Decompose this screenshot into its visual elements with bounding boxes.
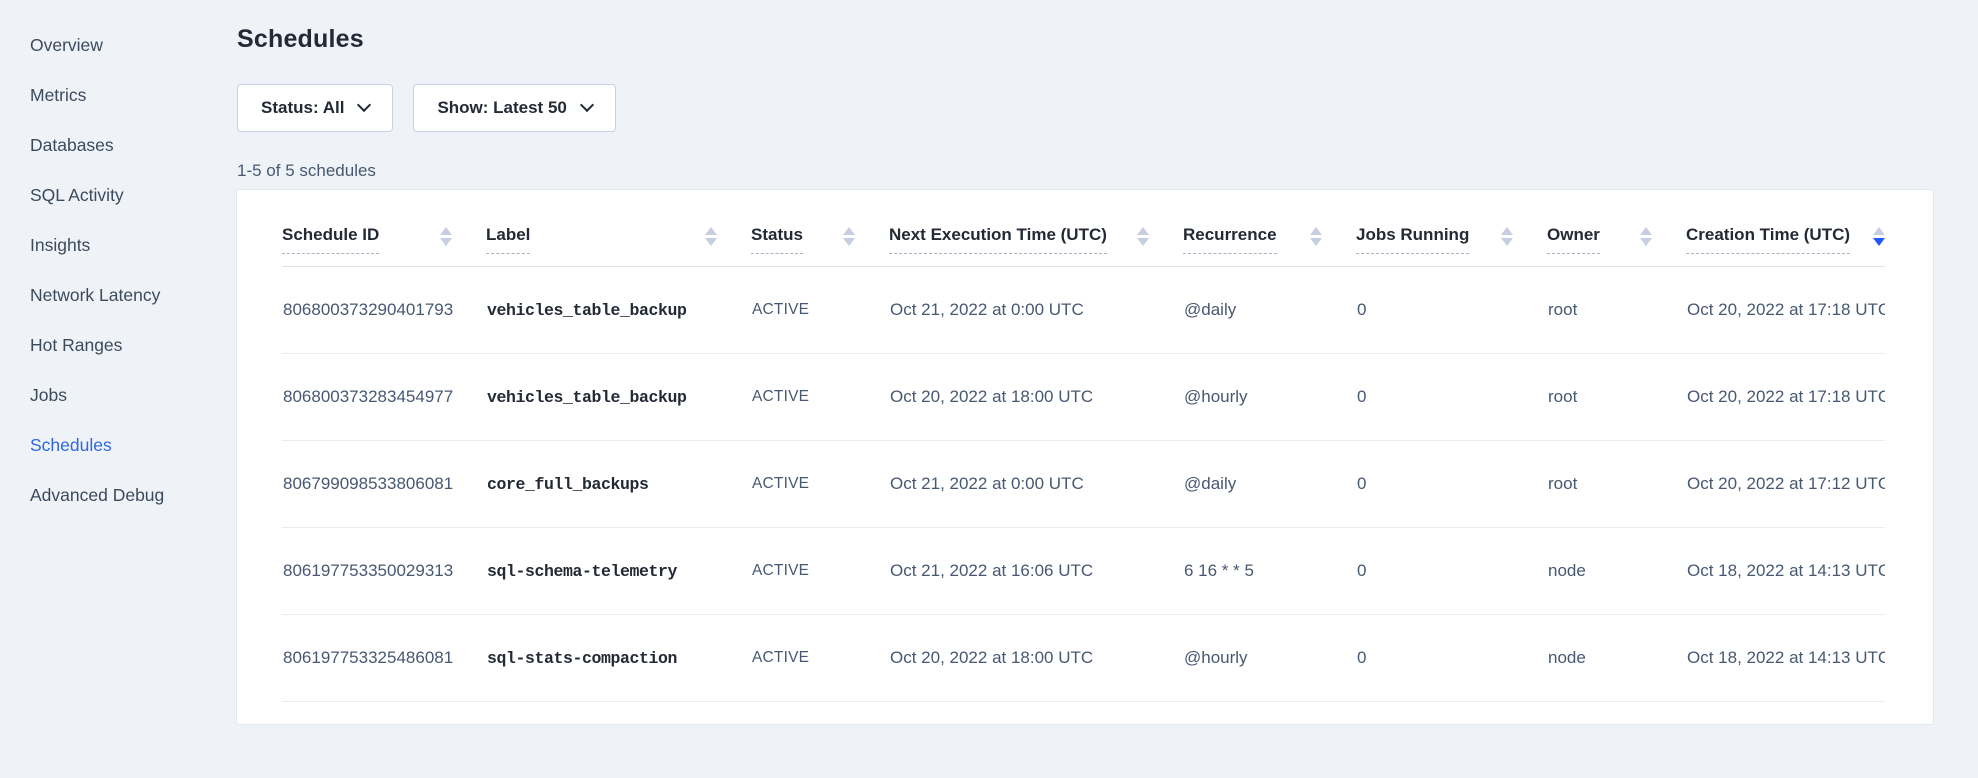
page-title: Schedules: [237, 24, 1933, 54]
column-header-schedule-id[interactable]: Schedule ID: [282, 190, 486, 267]
column-header-next-execution-time[interactable]: Next Execution Time (UTC): [889, 190, 1183, 267]
cell-owner: root: [1547, 267, 1686, 354]
cell-next-execution: Oct 20, 2022 at 18:00 UTC: [889, 615, 1183, 702]
cell-next-execution: Oct 21, 2022 at 16:06 UTC: [889, 528, 1183, 615]
cell-next-execution: Oct 20, 2022 at 18:00 UTC: [889, 354, 1183, 441]
chevron-down-icon: [357, 98, 371, 112]
cell-status: ACTIVE: [751, 354, 889, 441]
column-label: Jobs Running: [1356, 225, 1469, 254]
cell-creation-time: Oct 20, 2022 at 17:18 UTC: [1686, 267, 1885, 354]
sidebar-item-schedules[interactable]: Schedules: [0, 420, 235, 470]
table-row: 806197753350029313 sql-schema-telemetry …: [282, 528, 1885, 615]
column-header-recurrence[interactable]: Recurrence: [1183, 190, 1356, 267]
status-filter-label: Status: All: [261, 98, 344, 118]
sidebar-item-databases[interactable]: Databases: [0, 120, 235, 170]
sort-arrows-icon: [1137, 227, 1149, 246]
table-row: 806799098533806081 core_full_backups ACT…: [282, 441, 1885, 528]
cell-schedule-id: 806197753350029313: [282, 528, 486, 615]
sort-arrows-icon: [705, 227, 717, 246]
cell-recurrence: @daily: [1183, 267, 1356, 354]
column-label: Schedule ID: [282, 225, 379, 254]
schedules-table-card: Schedule ID Label Status: [237, 190, 1933, 724]
cell-next-execution: Oct 21, 2022 at 0:00 UTC: [889, 267, 1183, 354]
cell-label: vehicles_table_backup: [486, 354, 751, 441]
chevron-down-icon: [580, 98, 594, 112]
cell-owner: node: [1547, 615, 1686, 702]
status-filter-dropdown[interactable]: Status: All: [237, 84, 393, 132]
cell-owner: node: [1547, 528, 1686, 615]
cell-schedule-id: 806197753325486081: [282, 615, 486, 702]
sort-arrows-icon-active-desc: [1873, 227, 1885, 246]
sidebar-item-metrics[interactable]: Metrics: [0, 70, 235, 120]
cell-creation-time: Oct 20, 2022 at 17:18 UTC: [1686, 354, 1885, 441]
sort-arrows-icon: [1640, 227, 1652, 246]
cell-schedule-id: 806799098533806081: [282, 441, 486, 528]
cell-creation-time: Oct 20, 2022 at 17:12 UTC: [1686, 441, 1885, 528]
filter-bar: Status: All Show: Latest 50: [237, 84, 1933, 132]
cell-status: ACTIVE: [751, 441, 889, 528]
cell-jobs-running: 0: [1356, 615, 1547, 702]
cell-schedule-id: 806800373283454977: [282, 354, 486, 441]
sidebar-item-advanced-debug[interactable]: Advanced Debug: [0, 470, 235, 520]
cell-recurrence: 6 16 * * 5: [1183, 528, 1356, 615]
cell-jobs-running: 0: [1356, 267, 1547, 354]
sidebar-item-hot-ranges[interactable]: Hot Ranges: [0, 320, 235, 370]
cell-label: vehicles_table_backup: [486, 267, 751, 354]
sidebar-item-jobs[interactable]: Jobs: [0, 370, 235, 420]
show-filter-dropdown[interactable]: Show: Latest 50: [413, 84, 615, 132]
cell-status: ACTIVE: [751, 528, 889, 615]
show-filter-label: Show: Latest 50: [437, 98, 566, 118]
cell-label: sql-schema-telemetry: [486, 528, 751, 615]
cell-owner: root: [1547, 354, 1686, 441]
column-header-label[interactable]: Label: [486, 190, 751, 267]
cell-owner: root: [1547, 441, 1686, 528]
column-header-owner[interactable]: Owner: [1547, 190, 1686, 267]
cell-recurrence: @hourly: [1183, 615, 1356, 702]
cell-label: core_full_backups: [486, 441, 751, 528]
main-content: Schedules Status: All Show: Latest 50 1-…: [235, 0, 1978, 778]
column-label: Creation Time (UTC): [1686, 225, 1850, 254]
sidebar-item-network-latency[interactable]: Network Latency: [0, 270, 235, 320]
cell-jobs-running: 0: [1356, 441, 1547, 528]
column-label: Status: [751, 225, 803, 254]
cell-recurrence: @daily: [1183, 441, 1356, 528]
column-label: Recurrence: [1183, 225, 1277, 254]
sidebar-item-overview[interactable]: Overview: [0, 20, 235, 70]
cell-status: ACTIVE: [751, 615, 889, 702]
cell-status: ACTIVE: [751, 267, 889, 354]
sort-arrows-icon: [843, 227, 855, 246]
cell-jobs-running: 0: [1356, 354, 1547, 441]
sort-arrows-icon: [1501, 227, 1513, 246]
schedules-table: Schedule ID Label Status: [282, 190, 1885, 702]
cell-recurrence: @hourly: [1183, 354, 1356, 441]
cell-jobs-running: 0: [1356, 528, 1547, 615]
table-row: 806800373283454977 vehicles_table_backup…: [282, 354, 1885, 441]
column-label: Next Execution Time (UTC): [889, 225, 1107, 254]
cell-creation-time: Oct 18, 2022 at 14:13 UTC: [1686, 615, 1885, 702]
sidebar-item-sql-activity[interactable]: SQL Activity: [0, 170, 235, 220]
column-label: Label: [486, 225, 530, 254]
cell-creation-time: Oct 18, 2022 at 14:13 UTC: [1686, 528, 1885, 615]
cell-label: sql-stats-compaction: [486, 615, 751, 702]
column-header-status[interactable]: Status: [751, 190, 889, 267]
sort-arrows-icon: [440, 227, 452, 246]
results-count: 1-5 of 5 schedules: [237, 161, 1933, 181]
table-row: 806197753325486081 sql-stats-compaction …: [282, 615, 1885, 702]
column-header-jobs-running[interactable]: Jobs Running: [1356, 190, 1547, 267]
cell-schedule-id: 806800373290401793: [282, 267, 486, 354]
column-header-creation-time[interactable]: Creation Time (UTC): [1686, 190, 1885, 267]
sort-arrows-icon: [1310, 227, 1322, 246]
column-label: Owner: [1547, 225, 1600, 254]
table-row: 806800373290401793 vehicles_table_backup…: [282, 267, 1885, 354]
sidebar: Overview Metrics Databases SQL Activity …: [0, 0, 235, 778]
cell-next-execution: Oct 21, 2022 at 0:00 UTC: [889, 441, 1183, 528]
table-header-row: Schedule ID Label Status: [282, 190, 1885, 267]
sidebar-item-insights[interactable]: Insights: [0, 220, 235, 270]
